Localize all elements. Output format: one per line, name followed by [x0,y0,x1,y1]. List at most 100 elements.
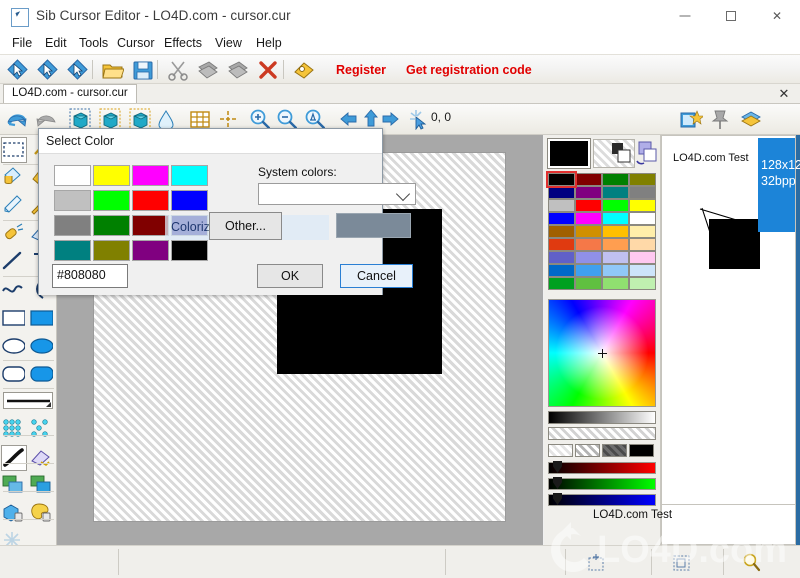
close-button[interactable]: ✕ [754,0,800,31]
palette-swatch-5-2[interactable] [602,238,629,251]
palette-swatch-6-0[interactable] [548,251,575,264]
palette-swatch-0-3[interactable] [629,173,656,186]
palette-swatch-5-0[interactable] [548,238,575,251]
palette-swatch-3-3[interactable] [629,212,656,225]
dialog-swatch-3-3[interactable] [171,240,208,261]
dialog-swatch-3-2[interactable] [132,240,169,261]
sharpen-tool[interactable] [29,445,55,471]
system-colors-dropdown[interactable] [258,183,416,205]
palette-swatch-4-3[interactable] [629,225,656,238]
menu-item-view[interactable]: View [211,35,246,51]
dialog-swatch-0-3[interactable] [171,165,208,186]
palette-swatch-4-1[interactable] [575,225,602,238]
pin-frame-icon[interactable] [709,108,732,131]
dialog-swatch-1-2[interactable] [132,190,169,211]
rectangle-outline-tool[interactable] [1,305,27,331]
alpha-step-2[interactable] [602,444,627,457]
new-from-image-icon[interactable] [36,58,60,82]
palette-swatch-1-2[interactable] [602,186,629,199]
duplicate-frame-icon[interactable] [739,108,762,131]
palette-swatch-3-2[interactable] [602,212,629,225]
paste-icon[interactable] [226,58,250,82]
palette-swatch-7-3[interactable] [629,264,656,277]
minimize-button[interactable] [662,0,708,31]
green-channel-slider-knob[interactable] [553,477,562,489]
red-channel-slider-knob[interactable] [553,461,562,473]
line-tool[interactable] [1,249,27,275]
palette-swatch-8-0[interactable] [548,277,575,290]
blue-channel-slider-knob[interactable] [553,493,562,505]
rectangular-select-tool[interactable] [1,137,27,163]
3d-lock-tool[interactable] [1,501,27,527]
tab-close-icon[interactable]: ✕ [776,86,792,102]
menu-item-effects[interactable]: Effects [160,35,206,51]
palette-swatch-8-3[interactable] [629,277,656,290]
new-frame-status-icon[interactable] [586,552,606,572]
dialog-swatch-2-1[interactable] [93,215,130,236]
menu-item-cursor[interactable]: Cursor [113,35,159,51]
dialog-swatch-1-1[interactable] [93,190,130,211]
undo-icon[interactable] [5,108,28,131]
copy-icon[interactable] [196,58,220,82]
palette-swatch-8-1[interactable] [575,277,602,290]
curve-tool[interactable] [1,277,27,303]
red-channel-slider[interactable] [548,461,656,474]
dialog-swatch-0-1[interactable] [93,165,130,186]
pencil-tool[interactable] [1,193,27,219]
palette-swatch-5-1[interactable] [575,238,602,251]
maximize-button[interactable] [708,0,754,31]
palette-swatch-6-2[interactable] [602,251,629,264]
palette-swatch-3-1[interactable] [575,212,602,225]
line-width-dropdown-arrow[interactable] [46,402,51,407]
palette-swatch-4-2[interactable] [602,225,629,238]
alpha-step-0[interactable] [548,444,573,457]
palette-swatch-4-0[interactable] [548,225,575,238]
ok-button[interactable]: OK [257,264,323,288]
dialog-swatch-0-2[interactable] [132,165,169,186]
blue-channel-slider[interactable] [548,493,656,506]
register-link[interactable]: Register [336,63,386,77]
zoom-status-icon[interactable] [741,552,761,572]
layer-green-tool[interactable] [1,473,27,499]
menu-item-file[interactable]: File [8,35,36,51]
palette-swatch-2-3[interactable] [629,199,656,212]
palette-swatch-7-0[interactable] [548,264,575,277]
layer-blue-tool[interactable] [29,473,55,499]
palette-swatch-2-2[interactable] [602,199,629,212]
dialog-swatch-2-2[interactable] [132,215,169,236]
dither-pattern-dense-tool[interactable] [1,417,27,443]
dither-pattern-sparse-tool[interactable] [29,417,55,443]
grayscale-ramp[interactable] [548,411,656,424]
dialog-swatch-1-0[interactable] [54,190,91,211]
palette-swatch-1-3[interactable] [629,186,656,199]
menu-item-help[interactable]: Help [252,35,286,51]
palette-swatch-8-2[interactable] [602,277,629,290]
dialog-swatch-1-3[interactable] [171,190,208,211]
palette-swatch-6-1[interactable] [575,251,602,264]
get-registration-code-link[interactable]: Get registration code [406,63,532,77]
cut-icon[interactable] [166,58,190,82]
palette-swatch-0-1[interactable] [575,173,602,186]
delete-icon[interactable] [256,58,280,82]
set-hotspot-icon[interactable] [407,108,430,131]
palette-swatch-2-1[interactable] [575,199,602,212]
selection-status-icon[interactable] [671,552,691,572]
alpha-step-3[interactable] [629,444,654,457]
palette-swatch-1-1[interactable] [575,186,602,199]
new-cursor-icon[interactable] [6,58,30,82]
hex-color-input[interactable]: #808080 [52,264,128,288]
color-wheel[interactable] [548,299,656,407]
dialog-swatch-3-0[interactable] [54,240,91,261]
ellipse-filled-tool[interactable] [29,333,55,359]
other-button[interactable]: Other... [209,212,282,240]
palette-swatch-3-0[interactable] [548,212,575,225]
palette-swatch-2-0[interactable] [548,199,575,212]
palette-swatch-7-1[interactable] [575,264,602,277]
foreground-color-swatch[interactable] [547,138,591,169]
palette-swatch-0-0[interactable] [546,171,577,188]
tab-cursor-cur[interactable]: LO4D.com - cursor.cur [3,84,137,103]
alpha-ramp[interactable] [548,427,656,440]
rounded-rect-filled-tool[interactable] [29,361,55,387]
palette-swatch-5-3[interactable] [629,238,656,251]
paint-bucket-tool[interactable] [1,165,27,191]
